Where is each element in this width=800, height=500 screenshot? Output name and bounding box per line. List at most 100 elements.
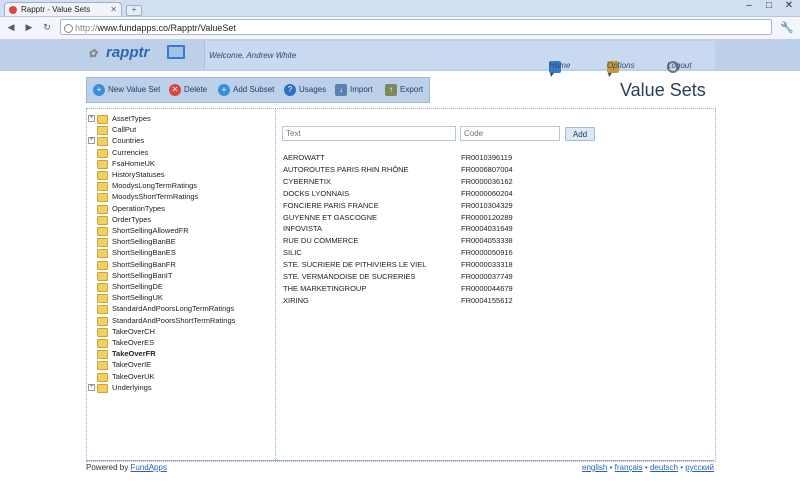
- value-row[interactable]: CYBERNETIX FR0000036162: [283, 176, 703, 188]
- tree-item-label: OperationTypes: [112, 203, 165, 213]
- welcome-bar: Welcome, Andrew White Home ▾ Options ▾ L…: [204, 41, 715, 79]
- value-row[interactable]: THE MARKETINGROUP FR0000044679: [283, 283, 703, 295]
- value-row[interactable]: AUTOROUTES PARIS RHIN RHÔNE FR0006807004: [283, 164, 703, 176]
- folder-icon: [97, 305, 108, 315]
- expand-icon[interactable]: +: [88, 115, 95, 122]
- fundapps-link[interactable]: FundApps: [130, 463, 166, 472]
- import-icon: ↓: [335, 84, 347, 96]
- delete-button[interactable]: ✕ Delete: [169, 84, 207, 96]
- logo-text: rapptr: [106, 44, 150, 61]
- new-value-set-button[interactable]: + New Value Set: [93, 84, 160, 96]
- delete-icon: ✕: [169, 84, 181, 96]
- reload-icon[interactable]: ↻: [40, 21, 54, 35]
- value-code: FR0004053338: [461, 236, 513, 246]
- favicon-icon: [9, 6, 17, 14]
- add-button[interactable]: Add: [565, 127, 595, 141]
- minimize-button[interactable]: –: [740, 0, 758, 12]
- browser-tab[interactable]: Rapptr - Value Sets ✕: [4, 2, 122, 16]
- usages-label: Usages: [299, 85, 327, 95]
- delete-label: Delete: [184, 85, 208, 95]
- value-text: AUTOROUTES PARIS RHIN RHÔNE: [283, 164, 409, 174]
- lang-russian-link[interactable]: русский: [685, 463, 714, 472]
- add-subset-button[interactable]: + Add Subset: [218, 84, 274, 96]
- value-row[interactable]: STE. SUCRIERE DE PITHIVIERS LE VIEL FR000…: [283, 259, 703, 271]
- value-row[interactable]: INFOVISTA FR0004031649: [283, 223, 703, 235]
- usages-button[interactable]: ? Usages: [284, 84, 326, 96]
- new-tab-button[interactable]: +: [126, 5, 142, 16]
- value-row[interactable]: STE. VERMANDOISE DE SUCRERIES FR000003774…: [283, 271, 703, 283]
- value-row[interactable]: GUYENNE ET GASCOGNE FR0000120289: [283, 212, 703, 224]
- value-text: THE MARKETINGROUP: [283, 283, 367, 293]
- value-text: AEROWATT: [283, 153, 325, 162]
- code-input[interactable]: [460, 126, 560, 141]
- lang-francais-link[interactable]: français: [615, 463, 643, 472]
- tab-title: Rapptr - Value Sets: [21, 5, 91, 14]
- value-row[interactable]: XIRING FR0004155612: [283, 295, 703, 307]
- export-label: Export: [400, 85, 424, 95]
- expand-icon[interactable]: +: [88, 383, 95, 391]
- value-row[interactable]: RUE DU COMMERCE FR0004053338: [283, 235, 703, 247]
- value-row[interactable]: DOCKS LYONNAIS FR0000060204: [283, 188, 703, 200]
- value-set-tree: + AssetTypes CallPut + Countries Currencies Fs…: [86, 108, 276, 462]
- tree-item-label: TakeOverCH: [112, 326, 155, 336]
- tree-item-label: ShortSellingUK: [112, 293, 163, 303]
- value-row[interactable]: SILIC FR0000050916: [283, 247, 703, 259]
- home-label: Home ▾: [549, 61, 571, 79]
- tree-item-label: HistoryStatuses: [112, 170, 165, 179]
- tree-item-label: ShortSellingAllowedFR: [112, 226, 189, 235]
- value-text: SILIC: [283, 248, 302, 258]
- lang-deutsch-link[interactable]: deutsch: [650, 463, 678, 472]
- tree-item-label: Countries: [112, 136, 145, 146]
- tab-close-icon[interactable]: ✕: [110, 3, 117, 17]
- value-text: RUE DU COMMERCE: [283, 236, 359, 246]
- tree-item-label: TakeOverIE: [112, 360, 152, 370]
- folder-icon: [97, 361, 108, 371]
- folder-icon: [97, 193, 108, 203]
- import-button[interactable]: ↓ Import: [335, 84, 373, 96]
- new-icon: +: [93, 84, 105, 96]
- expand-icon[interactable]: +: [88, 137, 95, 145]
- tree-item-label: StandardAndPoorsShortTermRatings: [112, 315, 236, 325]
- usages-icon: ?: [284, 84, 296, 96]
- tree-item-label: StandardAndPoorsLongTermRatings: [112, 304, 235, 314]
- address-bar[interactable]: http://www.fundapps.co/Rapptr/ValueSet: [60, 19, 772, 35]
- folder-icon: [97, 148, 108, 158]
- tree-item-label: TakeOverES: [112, 338, 155, 347]
- folder-icon: [97, 283, 108, 292]
- value-row[interactable]: AEROWATT FR0010396119: [283, 152, 703, 164]
- back-icon[interactable]: ◀: [4, 21, 18, 35]
- folder-icon: [97, 383, 108, 393]
- folder-icon: [97, 350, 108, 360]
- tree-item-label: ShortSellingBanBE: [112, 237, 176, 247]
- folder-icon: [97, 294, 108, 304]
- value-code: FR0000037749: [461, 272, 513, 281]
- options-label: Options ▾: [607, 61, 635, 79]
- tree-item-label: ShortSellingBanFR: [112, 259, 176, 269]
- tree-item-label: MoodysShortTermRatings: [112, 192, 199, 202]
- tree-item-label: OrderTypes: [112, 214, 152, 224]
- maximize-button[interactable]: □: [760, 0, 778, 12]
- welcome-text: Welcome, Andrew White: [209, 51, 297, 60]
- lang-separator: •: [609, 463, 613, 472]
- value-text: CYBERNETIX: [283, 176, 331, 186]
- powered-by: Powered by FundApps: [86, 463, 167, 472]
- lang-english-link[interactable]: english: [582, 463, 607, 472]
- text-input[interactable]: [282, 126, 456, 141]
- value-text: STE. SUCRIERE DE PITHIVIERS LE VIEL: [283, 260, 427, 270]
- folder-icon: [97, 182, 108, 192]
- export-button[interactable]: ↑ Export: [385, 84, 423, 96]
- tree-item-label: CallPut: [112, 125, 137, 135]
- forward-icon[interactable]: ▶: [22, 21, 36, 35]
- folder-icon: [97, 316, 108, 326]
- monitor-icon[interactable]: [167, 45, 185, 59]
- close-window-button[interactable]: ✕: [780, 0, 798, 12]
- new-value-set-label: New Value Set: [108, 85, 161, 95]
- wrench-icon[interactable]: 🔧: [780, 21, 794, 34]
- value-row[interactable]: FONCIERE PARIS FRANCE FR0010304329: [283, 200, 703, 212]
- folder-icon: [97, 171, 108, 180]
- folder-icon: [97, 215, 108, 225]
- value-text: FONCIERE PARIS FRANCE: [283, 200, 379, 210]
- rapptr-logo[interactable]: ✿ rapptr: [88, 44, 149, 61]
- folder-icon: [97, 260, 108, 270]
- lang-separator: •: [680, 463, 684, 472]
